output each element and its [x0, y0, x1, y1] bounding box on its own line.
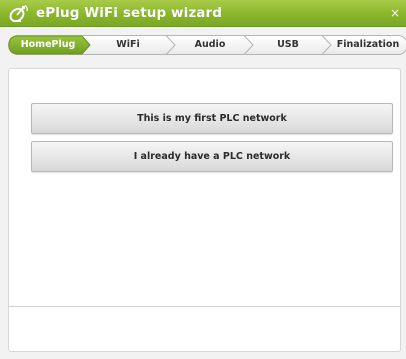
satellite-dish-icon: [8, 3, 30, 24]
window-title: ePlug WiFi setup wizard: [36, 5, 223, 21]
step-usb: USB: [277, 39, 299, 50]
existing-plc-network-button[interactable]: I already have a PLC network: [31, 141, 393, 172]
step-wifi: WiFi: [116, 39, 140, 50]
step-audio: Audio: [194, 39, 226, 50]
content-panel: This is my first PLC network I already h…: [8, 68, 401, 352]
divider: [9, 306, 400, 307]
step-finalization: Finalization: [336, 39, 400, 50]
wizard-steps: HomePlug WiFi Audio USB Finalization: [8, 35, 406, 55]
close-button[interactable]: ×: [387, 4, 403, 22]
first-plc-network-button[interactable]: This is my first PLC network: [31, 103, 393, 134]
step-homeplug: HomePlug: [20, 39, 76, 50]
title-bar: ePlug WiFi setup wizard ×: [0, 0, 406, 27]
